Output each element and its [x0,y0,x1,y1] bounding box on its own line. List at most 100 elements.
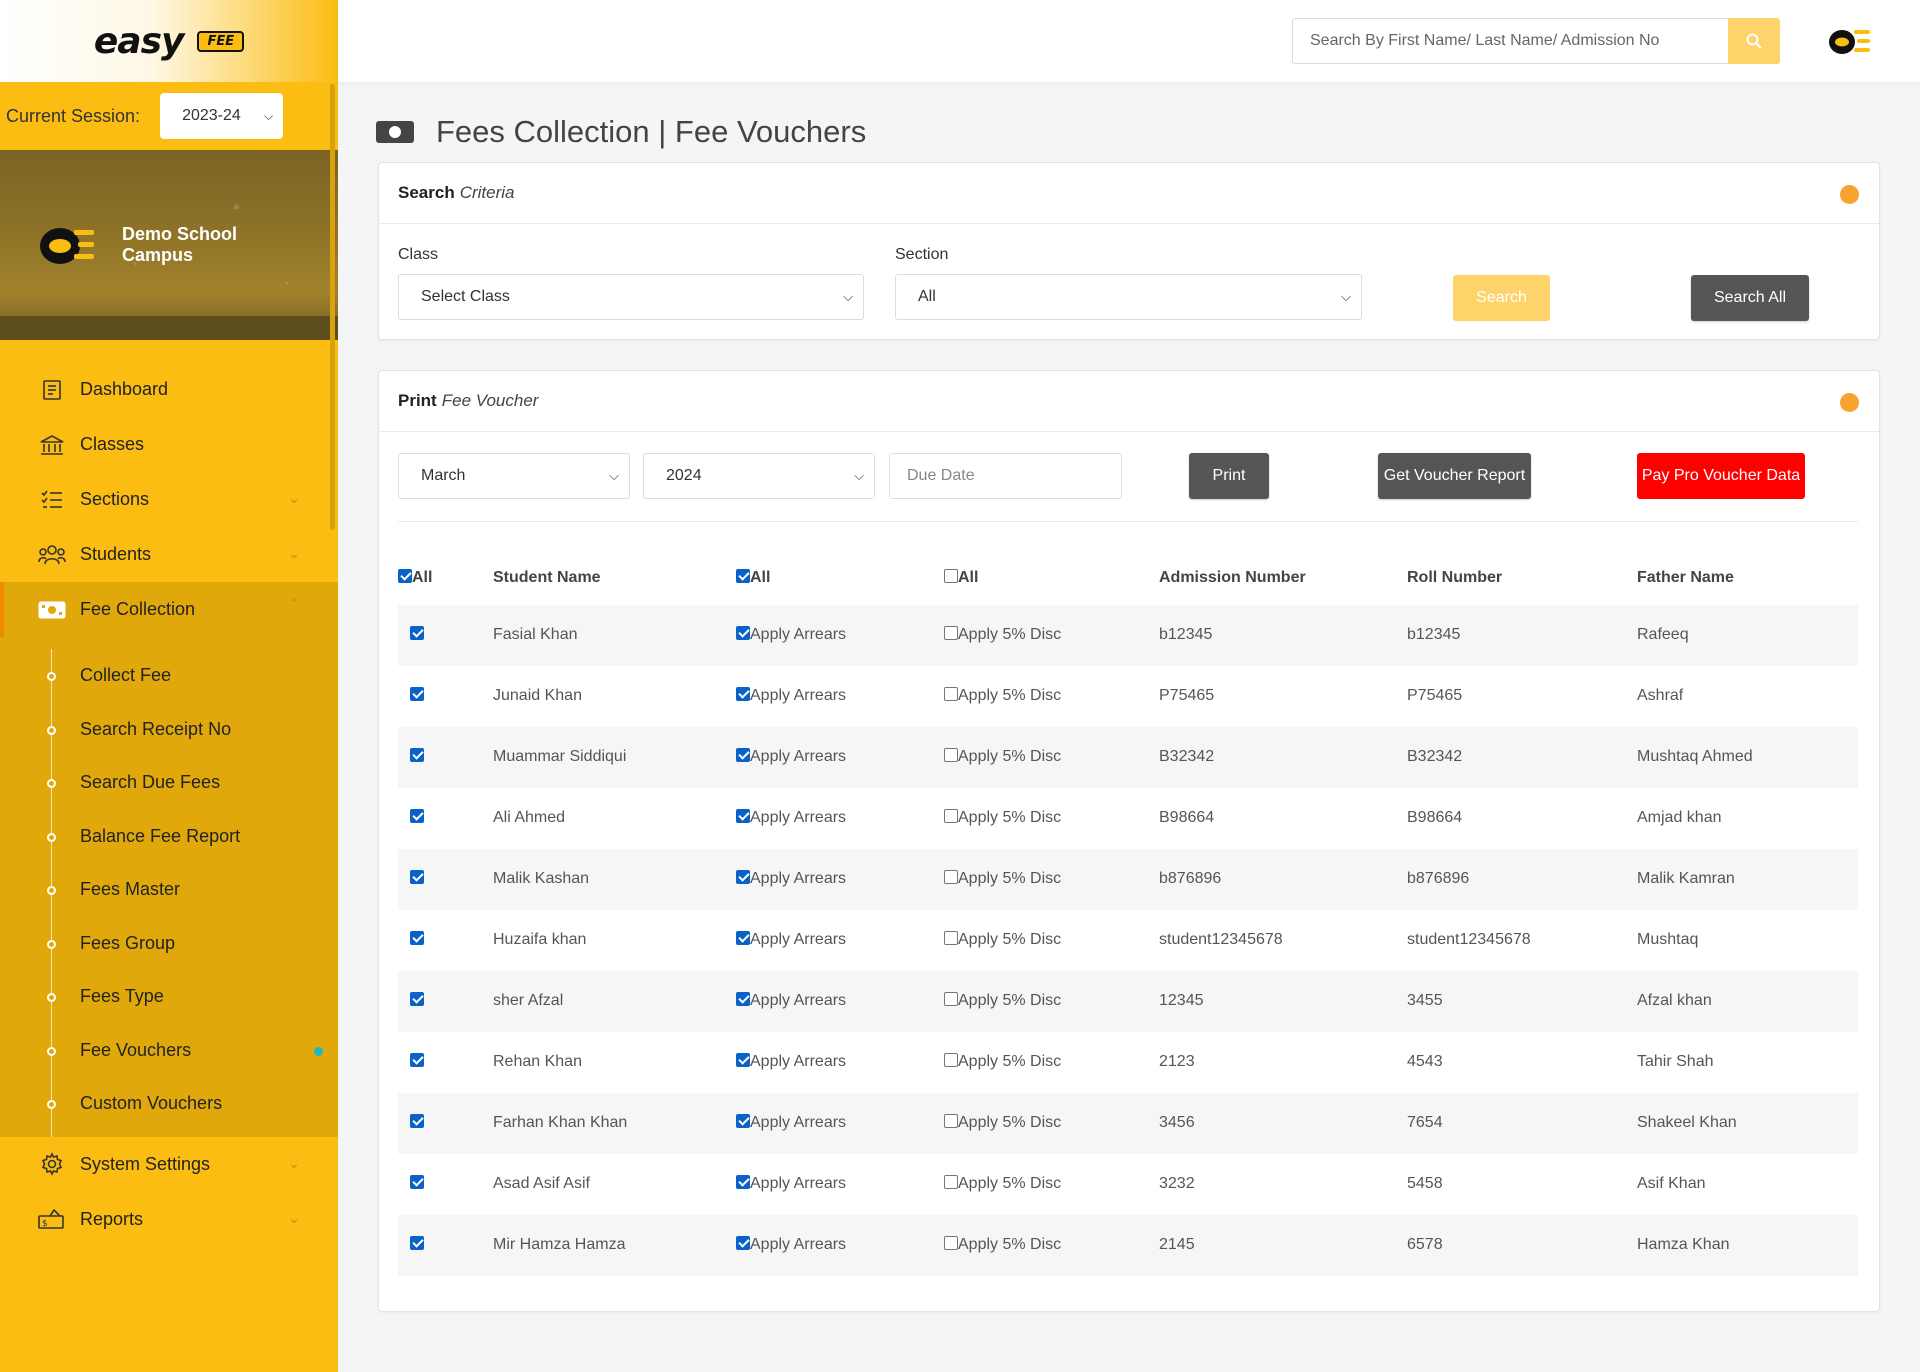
row-select-checkbox[interactable] [410,1236,424,1250]
row-select-checkbox[interactable] [410,748,424,762]
apply-arrears-checkbox[interactable] [736,1114,750,1128]
row-select-checkbox[interactable] [410,992,424,1006]
session-select[interactable]: 2023-24 ⌵ [160,93,284,139]
apply-arrears-checkbox[interactable] [736,870,750,884]
row-select-checkbox[interactable] [410,809,424,823]
sidebar-item-label: Students [80,544,152,564]
bullet-icon [47,939,56,949]
sidebar-item-system-settings[interactable]: System Settings ⌄ [0,1137,338,1192]
submenu-item-fee-vouchers[interactable]: Fee Vouchers [0,1024,338,1078]
row-select-checkbox[interactable] [410,870,424,884]
month-select[interactable]: March ⌵ [398,453,630,499]
apply-arrears-checkbox[interactable] [736,992,750,1006]
pay-pro-voucher-data-button[interactable]: Pay Pro Voucher Data [1637,453,1805,499]
apply-arrears-checkbox[interactable] [736,931,750,945]
row-select-checkbox[interactable] [410,1114,424,1128]
apply-discount-checkbox[interactable] [944,1053,958,1067]
row-select-checkbox[interactable] [410,626,424,640]
apply-arrears-checkbox[interactable] [736,1236,750,1250]
submenu-item-search-due-fees[interactable]: Search Due Fees [0,756,338,810]
brand-logo[interactable]: easy FEE [0,0,338,82]
section-select[interactable]: All ⌵ [895,274,1362,320]
apply-discount-cell: Apply 5% Disc [944,848,1159,910]
row-select-checkbox[interactable] [410,687,424,701]
search-input[interactable] [1293,19,1731,63]
apply-arrears-cell: Apply Arrears [736,848,944,910]
search-button[interactable]: Search [1453,275,1550,321]
apply-arrears-checkbox[interactable] [736,1053,750,1067]
apply-arrears-checkbox[interactable] [736,1175,750,1189]
sidebar-item-label: Dashboard [80,379,169,399]
discount-all-checkbox[interactable] [944,568,958,583]
apply-discount-checkbox[interactable] [944,931,958,945]
row-select-checkbox[interactable] [410,1053,424,1067]
submenu-item-label: Collect Fee [80,665,172,686]
fee-collection-submenu: Collect Fee Search Receipt No Search Due… [0,637,338,1137]
user-avatar-logo-icon[interactable] [1828,24,1872,58]
roll-number-cell: b12345 [1407,604,1637,666]
apply-arrears-checkbox[interactable] [736,687,750,701]
discount-all-header: All [944,521,1159,605]
apply-discount-checkbox[interactable] [944,748,958,762]
sidebar-item-dashboard[interactable]: Dashboard [0,362,338,417]
apply-discount-checkbox[interactable] [944,870,958,884]
father-name-cell: Hamza Khan [1637,1214,1858,1276]
submenu-item-label: Search Receipt No [80,718,232,739]
apply-discount-checkbox[interactable] [944,1175,958,1189]
sidebar-item-fee-collection[interactable]: Fee Collection ⌃ [0,582,338,637]
apply-discount-checkbox[interactable] [944,992,958,1006]
search-all-button[interactable]: Search All [1691,275,1809,321]
logo-badge: FEE [197,30,245,52]
sidebar-item-students[interactable]: Students ⌄ [0,527,338,582]
father-name-header: Father Name [1637,521,1858,605]
class-select[interactable]: Select Class ⌵ [398,274,864,320]
arrears-all-checkbox[interactable] [736,568,750,583]
sidebar-item-reports[interactable]: $ Reports ⌄ [0,1192,338,1247]
card-title: Search [398,183,455,202]
submenu-item-collect-fee[interactable]: Collect Fee [0,649,338,703]
father-name-cell: Malik Kamran [1637,848,1858,910]
table-row: Asad Asif Asif Apply Arrears Apply 5% Disc… [398,1154,1858,1215]
submenu-item-fees-master[interactable]: Fees Master [0,863,338,917]
campus-banner: Demo School Campus [0,150,338,340]
sidebar-scrollbar[interactable] [330,84,335,530]
section-select-value: All [918,288,936,305]
table-row: Junaid Khan Apply Arrears Apply 5% Disc P75… [398,666,1858,727]
chevron-down-icon: ⌄ [288,1209,300,1226]
row-select-cell [398,970,493,1032]
get-voucher-report-button[interactable]: Get Voucher Report [1378,453,1531,499]
submenu-item-balance-fee-report[interactable]: Balance Fee Report [0,810,338,864]
chevron-down-icon: ⌄ [288,1154,300,1171]
year-select[interactable]: 2024 ⌵ [643,453,875,499]
apply-discount-checkbox[interactable] [944,1236,958,1250]
select-all-checkbox[interactable] [398,568,412,583]
submenu-item-fees-type[interactable]: Fees Type [0,970,338,1024]
svg-text:$: $ [42,1219,48,1229]
apply-discount-label: Apply 5% Disc [958,809,1062,826]
table-row: Rehan Khan Apply Arrears Apply 5% Disc 2123… [398,1032,1858,1093]
apply-arrears-checkbox[interactable] [736,748,750,762]
sidebar-item-classes[interactable]: Classes [0,417,338,472]
submenu-item-search-receipt-no[interactable]: Search Receipt No [0,703,338,757]
apply-arrears-checkbox[interactable] [736,626,750,640]
sidebar-item-sections[interactable]: Sections ⌄ [0,472,338,527]
arrears-all-header: All [736,521,944,605]
table-row: Farhan Khan Khan Apply Arrears Apply 5% Di… [398,1092,1858,1154]
submenu-item-custom-vouchers[interactable]: Custom Vouchers [0,1077,338,1131]
search-button[interactable] [1728,18,1780,64]
row-select-checkbox[interactable] [410,931,424,945]
apply-discount-cell: Apply 5% Disc [944,666,1159,727]
apply-discount-checkbox[interactable] [944,687,958,701]
row-select-checkbox[interactable] [410,1175,424,1189]
due-date-input[interactable]: Due Date [889,453,1122,499]
apply-discount-checkbox[interactable] [944,626,958,640]
apply-discount-checkbox[interactable] [944,809,958,823]
collapse-toggle-icon[interactable] [1840,393,1859,412]
print-button[interactable]: Print [1189,453,1269,499]
apply-discount-checkbox[interactable] [944,1114,958,1128]
collapse-toggle-icon[interactable] [1840,185,1859,204]
apply-arrears-checkbox[interactable] [736,809,750,823]
roll-number-cell: 6578 [1407,1214,1637,1276]
chevron-down-icon: ⌵ [854,468,864,483]
submenu-item-fees-group[interactable]: Fees Group [0,917,338,971]
